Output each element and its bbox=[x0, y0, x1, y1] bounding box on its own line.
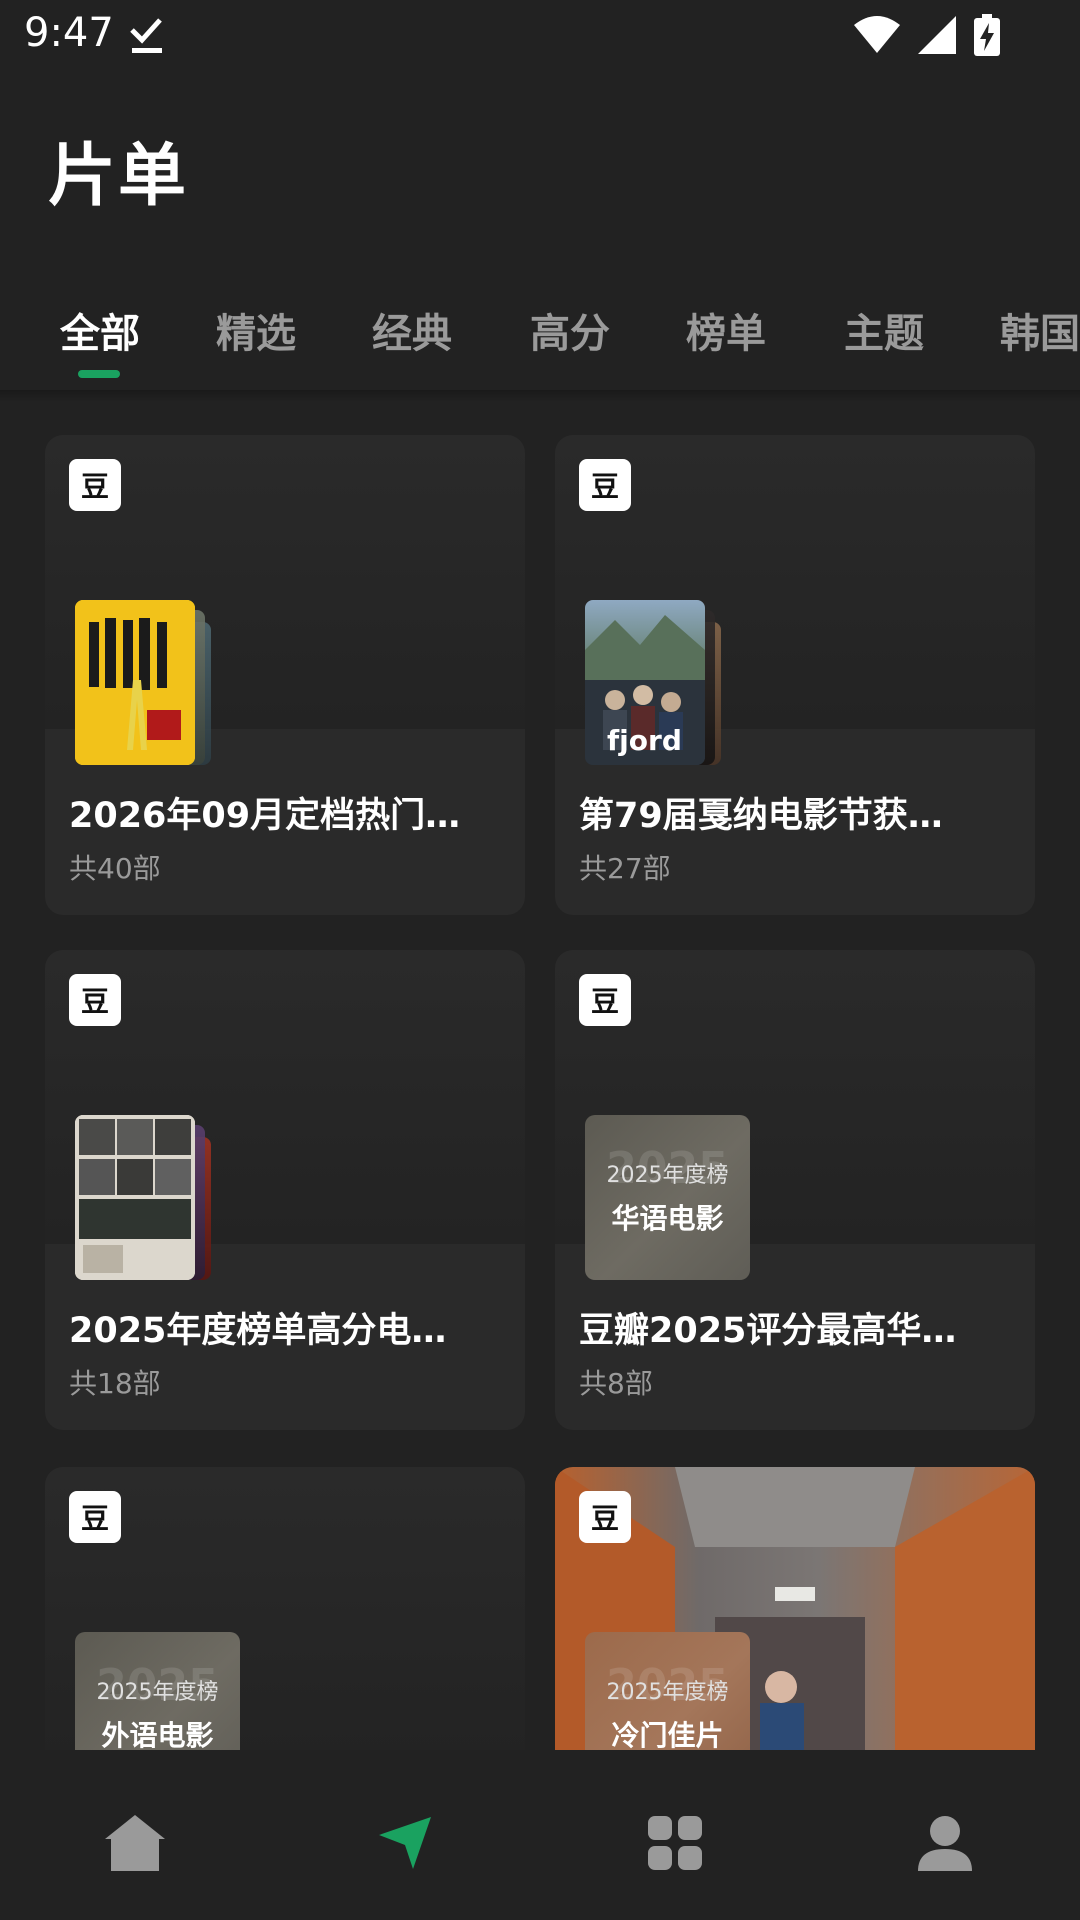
nav-lists[interactable] bbox=[370, 1808, 440, 1878]
list-card[interactable]: 豆 2025 2025年度榜 华语电影 豆瓣2025评分最高华… 共8部 bbox=[555, 950, 1035, 1430]
poster-name-label: 华语电影 bbox=[611, 1202, 724, 1235]
poster-year-label: 2025年度榜 bbox=[606, 1163, 729, 1188]
poster-stack bbox=[75, 600, 245, 765]
card-count: 共18部 bbox=[69, 1367, 161, 1400]
card-count: 共27部 bbox=[579, 852, 671, 885]
text-poster: 2025 2025年度榜 外语电影 bbox=[75, 1632, 240, 1750]
tab-featured[interactable]: 精选 bbox=[216, 301, 296, 359]
tab-indicator bbox=[78, 370, 120, 378]
card-title: 2026年09月定档热门… bbox=[69, 796, 461, 836]
list-card[interactable]: 豆 2025 2025年度榜 外语电影 bbox=[45, 1467, 525, 1750]
bottom-nav bbox=[0, 1750, 1080, 1920]
douban-badge: 豆 bbox=[69, 1491, 121, 1543]
send-icon bbox=[379, 1817, 431, 1869]
card-count: 共8部 bbox=[579, 1367, 653, 1400]
nav-profile[interactable] bbox=[910, 1808, 980, 1878]
wifi-icon bbox=[854, 15, 900, 59]
poster-year-label: 2025年度榜 bbox=[606, 1680, 729, 1705]
tab-korea[interactable]: 韩国 bbox=[1000, 301, 1080, 359]
card-count: 共40部 bbox=[69, 852, 161, 885]
poster-year-label: 2025年度榜 bbox=[96, 1680, 219, 1705]
grid-icon bbox=[648, 1816, 702, 1870]
poster-stack bbox=[75, 1115, 245, 1280]
douban-badge: 豆 bbox=[69, 459, 121, 511]
status-time: 9:47 bbox=[24, 10, 114, 56]
tab-all[interactable]: 全部 bbox=[60, 301, 140, 359]
list-card[interactable]: 豆 2025 2025年度榜 冷门佳片 bbox=[555, 1467, 1035, 1750]
list-card[interactable]: 豆 2025年度榜单高分电… 共18部 bbox=[45, 950, 525, 1430]
poster-image: fjord bbox=[585, 600, 705, 765]
home-icon bbox=[105, 1815, 165, 1871]
poster-name-label: 外语电影 bbox=[101, 1719, 214, 1750]
page-title: 片单 bbox=[48, 137, 189, 216]
text-poster: 2025 2025年度榜 华语电影 bbox=[585, 1115, 750, 1280]
tab-themes[interactable]: 主题 bbox=[844, 301, 924, 359]
poster-title-text: fjord bbox=[607, 724, 682, 757]
tab-rankings[interactable]: 榜单 bbox=[686, 301, 766, 359]
card-title: 豆瓣2025评分最高华… bbox=[579, 1311, 957, 1351]
douban-badge: 豆 bbox=[579, 459, 631, 511]
tab-bar: 全部 精选 经典 高分 榜单 主题 韩国 bbox=[0, 270, 1080, 390]
battery-charging-icon bbox=[974, 14, 1000, 60]
list-grid: 豆 2026年09月定档热门… 共40部 豆 fjord 第79届戛纳电影节获…… bbox=[0, 390, 1080, 1750]
nav-categories[interactable] bbox=[640, 1808, 710, 1878]
douban-badge: 豆 bbox=[69, 974, 121, 1026]
douban-badge: 豆 bbox=[579, 1491, 631, 1543]
card-title: 第79届戛纳电影节获… bbox=[579, 796, 943, 836]
status-bar: 9:47 bbox=[0, 0, 1080, 72]
poster-name-label: 冷门佳片 bbox=[611, 1719, 724, 1750]
douban-badge: 豆 bbox=[579, 974, 631, 1026]
tab-high-score[interactable]: 高分 bbox=[530, 301, 610, 359]
text-poster: 2025 2025年度榜 冷门佳片 bbox=[585, 1632, 750, 1750]
header: 片单 全部 精选 经典 高分 榜单 主题 韩国 bbox=[0, 72, 1080, 390]
card-title: 2025年度榜单高分电… bbox=[69, 1311, 447, 1351]
tab-classic[interactable]: 经典 bbox=[372, 301, 452, 359]
nav-home[interactable] bbox=[100, 1808, 170, 1878]
poster-image bbox=[75, 600, 195, 765]
signal-icon bbox=[918, 16, 956, 58]
poster-stack: fjord bbox=[585, 600, 755, 765]
profile-icon bbox=[918, 1816, 972, 1871]
download-done-icon bbox=[128, 14, 164, 60]
list-card[interactable]: 豆 2026年09月定档热门… 共40部 bbox=[45, 435, 525, 915]
list-card[interactable]: 豆 fjord 第79届戛纳电影节获… 共27部 bbox=[555, 435, 1035, 915]
poster-image bbox=[75, 1115, 195, 1280]
